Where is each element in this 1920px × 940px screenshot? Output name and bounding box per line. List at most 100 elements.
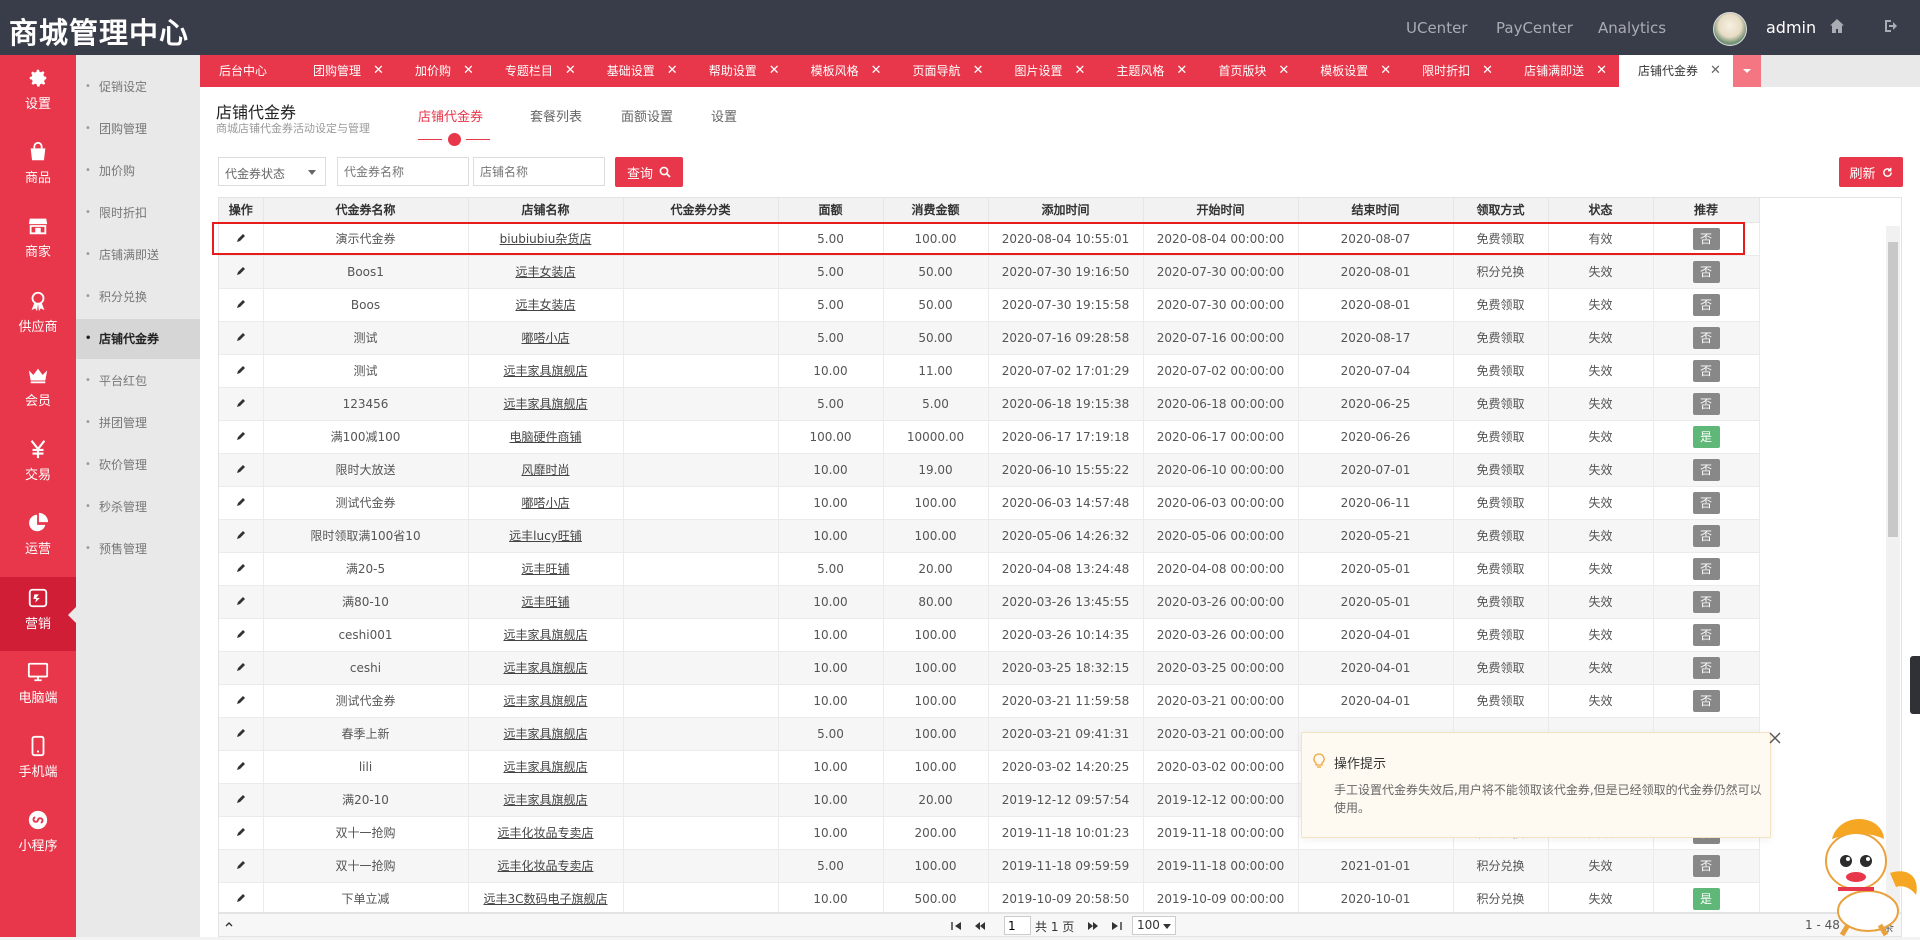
nav-item-6[interactable]: 运营 bbox=[0, 502, 76, 576]
store-link[interactable]: 远丰家具旗舰店 bbox=[468, 717, 624, 751]
tab-item[interactable]: 模板风格 ✕ bbox=[792, 55, 894, 87]
edit-icon[interactable] bbox=[236, 364, 246, 378]
tab-item[interactable]: 页面导航 ✕ bbox=[894, 55, 996, 87]
logout-icon[interactable] bbox=[1883, 18, 1899, 37]
home-icon[interactable] bbox=[1829, 18, 1845, 37]
first-page-icon[interactable] bbox=[951, 920, 963, 934]
tab-close-icon[interactable]: ✕ bbox=[373, 55, 384, 87]
table-row[interactable]: 测试代金券 嘟嗒小店 10.00 100.00 2020-06-03 14:57:48 2… bbox=[219, 486, 1760, 520]
recommend-toggle[interactable]: 否 bbox=[1692, 623, 1720, 646]
subnav-item[interactable]: 砍价管理 bbox=[76, 445, 200, 485]
tab-item[interactable]: 店铺代金券 ✕ bbox=[1619, 55, 1733, 87]
collapse-icon[interactable] bbox=[224, 918, 234, 932]
nav-item-7[interactable]: 营销 bbox=[0, 577, 76, 651]
tab-item[interactable]: 专题栏目 ✕ bbox=[486, 55, 588, 87]
subnav-item[interactable]: 促销设定 bbox=[76, 67, 200, 107]
tab-close-icon[interactable]: ✕ bbox=[871, 55, 882, 87]
nav-item-8[interactable]: 电脑端 bbox=[0, 651, 76, 725]
avatar[interactable] bbox=[1713, 12, 1747, 46]
recommend-toggle[interactable]: 否 bbox=[1692, 524, 1720, 547]
subnav-item[interactable]: 平台红包 bbox=[76, 361, 200, 401]
store-link[interactable]: 远丰家具旗舰店 bbox=[468, 387, 624, 421]
edit-icon[interactable] bbox=[236, 628, 246, 642]
last-page-icon[interactable] bbox=[1110, 920, 1122, 934]
recommend-toggle[interactable]: 否 bbox=[1692, 557, 1720, 580]
store-link[interactable]: 远丰家具旗舰店 bbox=[468, 684, 624, 718]
tab-item[interactable]: 基础设置 ✕ bbox=[588, 55, 690, 87]
recommend-toggle[interactable]: 否 bbox=[1692, 260, 1720, 283]
search-button[interactable]: 查询 bbox=[615, 157, 683, 187]
recommend-toggle[interactable]: 否 bbox=[1692, 854, 1720, 877]
column-header[interactable]: 操作 bbox=[219, 198, 264, 223]
username[interactable]: admin bbox=[1766, 18, 1816, 37]
store-link[interactable]: biubiubiu杂货店 bbox=[468, 222, 624, 256]
tab-close-icon[interactable]: ✕ bbox=[1380, 55, 1391, 87]
subnav-item[interactable]: 积分兑换 bbox=[76, 277, 200, 317]
page-number-input[interactable] bbox=[1004, 916, 1031, 935]
column-header[interactable]: 添加时间 bbox=[988, 198, 1144, 223]
edit-icon[interactable] bbox=[236, 232, 246, 246]
side-panel-handle[interactable] bbox=[1910, 656, 1920, 714]
table-row[interactable]: 满20-5 远丰旺铺 5.00 20.00 2020-04-08 13:24:48 202… bbox=[219, 552, 1760, 586]
subnav-item[interactable]: 店铺满即送 bbox=[76, 235, 200, 275]
tab-close-icon[interactable]: ✕ bbox=[1710, 55, 1721, 87]
nav-item-1[interactable]: 商品 bbox=[0, 131, 76, 205]
recommend-toggle[interactable]: 否 bbox=[1692, 458, 1720, 481]
store-link[interactable]: 远丰lucy旺铺 bbox=[468, 519, 624, 553]
tab-close-icon[interactable]: ✕ bbox=[1596, 55, 1607, 87]
edit-icon[interactable] bbox=[236, 397, 246, 411]
store-link[interactable]: 远丰家具旗舰店 bbox=[468, 354, 624, 388]
tab-close-icon[interactable]: ✕ bbox=[973, 55, 984, 87]
tab-denomination-settings[interactable]: 面额设置 bbox=[621, 106, 673, 125]
table-row[interactable]: 测试 嘟嗒小店 5.00 50.00 2020-07-16 09:28:58 2020-0… bbox=[219, 321, 1760, 355]
tab-item[interactable]: 主题风格 ✕ bbox=[1097, 55, 1199, 87]
recommend-toggle[interactable]: 否 bbox=[1692, 326, 1720, 349]
column-header[interactable]: 开始时间 bbox=[1143, 198, 1299, 223]
tab-close-icon[interactable]: ✕ bbox=[1176, 55, 1187, 87]
table-row[interactable]: 下单立减 远丰3C数码电子旗舰店 10.00 500.00 2019-10-09 20:… bbox=[219, 882, 1760, 912]
store-link[interactable]: 远丰家具旗舰店 bbox=[468, 651, 624, 685]
edit-icon[interactable] bbox=[236, 562, 246, 576]
ucenter-link[interactable]: UCenter bbox=[1406, 19, 1467, 37]
tab-close-icon[interactable]: ✕ bbox=[1278, 55, 1289, 87]
analytics-link[interactable]: Analytics bbox=[1598, 19, 1666, 37]
table-row[interactable]: 满80-10 远丰旺铺 10.00 80.00 2020-03-26 13:45:55 2… bbox=[219, 585, 1760, 619]
tab-close-icon[interactable]: ✕ bbox=[463, 55, 474, 87]
edit-icon[interactable] bbox=[236, 727, 246, 741]
table-row[interactable]: 演示代金券 biubiubiu杂货店 5.00 100.00 2020-08-04 10… bbox=[219, 222, 1760, 256]
table-row[interactable]: 限时领取满100省10 远丰lucy旺铺 10.00 100.00 2020-05-06… bbox=[219, 519, 1760, 553]
table-row[interactable]: Boos 远丰女装店 5.00 50.00 2020-07-30 19:15:58 202… bbox=[219, 288, 1760, 322]
table-row[interactable]: ceshi001 远丰家具旗舰店 10.00 100.00 2020-03-26 10:… bbox=[219, 618, 1760, 652]
store-name-input[interactable] bbox=[473, 157, 605, 186]
tab-item[interactable]: 限时折扣 ✕ bbox=[1403, 55, 1505, 87]
subnav-item[interactable]: 拼团管理 bbox=[76, 403, 200, 443]
tab-package-list[interactable]: 套餐列表 bbox=[530, 106, 582, 125]
recommend-toggle[interactable]: 是 bbox=[1692, 887, 1720, 910]
tab-item[interactable]: 帮助设置 ✕ bbox=[690, 55, 792, 87]
edit-icon[interactable] bbox=[236, 892, 246, 906]
tab-item[interactable]: 店铺满即送 ✕ bbox=[1505, 55, 1619, 87]
recommend-toggle[interactable]: 否 bbox=[1692, 491, 1720, 514]
tab-close-icon[interactable]: ✕ bbox=[769, 55, 780, 87]
store-link[interactable]: 远丰3C数码电子旗舰店 bbox=[468, 882, 624, 912]
recommend-toggle[interactable]: 否 bbox=[1692, 590, 1720, 613]
nav-item-2[interactable]: 商家 bbox=[0, 205, 76, 279]
store-link[interactable]: 远丰家具旗舰店 bbox=[468, 750, 624, 784]
table-row[interactable]: 测试代金券 远丰家具旗舰店 10.00 100.00 2020-03-21 11:59:… bbox=[219, 684, 1760, 718]
subnav-item[interactable]: 预售管理 bbox=[76, 529, 200, 569]
recommend-toggle[interactable]: 否 bbox=[1692, 359, 1720, 382]
recommend-toggle[interactable]: 否 bbox=[1692, 293, 1720, 316]
edit-icon[interactable] bbox=[236, 331, 246, 345]
table-row[interactable]: 满100减100 电脑硬件商铺 100.00 10000.00 2020-06-17 1… bbox=[219, 420, 1760, 454]
store-link[interactable]: 远丰化妆品专卖店 bbox=[468, 849, 624, 883]
store-link[interactable]: 远丰旺铺 bbox=[468, 585, 624, 619]
nav-item-5[interactable]: 交易 bbox=[0, 428, 76, 502]
tab-item[interactable]: 团购管理 ✕ bbox=[294, 55, 396, 87]
tab-settings[interactable]: 设置 bbox=[711, 106, 737, 125]
tab-close-icon[interactable]: ✕ bbox=[667, 55, 678, 87]
column-header[interactable]: 结束时间 bbox=[1298, 198, 1454, 223]
recommend-toggle[interactable]: 否 bbox=[1692, 227, 1720, 250]
recommend-toggle[interactable]: 是 bbox=[1692, 425, 1720, 448]
subnav-item[interactable]: 加价购 bbox=[76, 151, 200, 191]
store-link[interactable]: 风靡时尚 bbox=[468, 453, 624, 487]
